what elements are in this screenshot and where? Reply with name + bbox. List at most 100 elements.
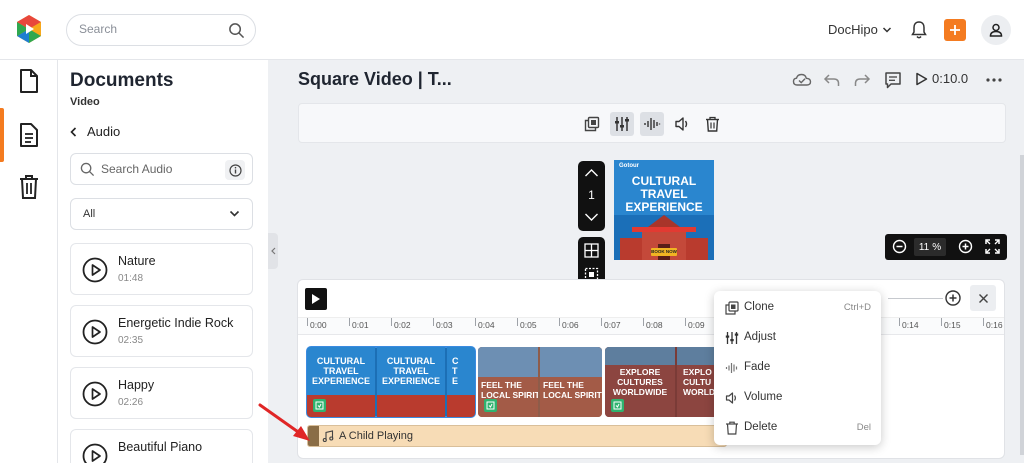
search-input[interactable] (79, 22, 219, 36)
time-tick: 0:08 (643, 318, 663, 330)
video-clip[interactable]: CULTURAL TRAVEL EXPERIENCE CULTURAL TRAV… (306, 346, 476, 418)
fit-screen-icon[interactable] (985, 239, 1000, 254)
zoom-out-icon[interactable] (892, 239, 907, 254)
clip-transition-badge[interactable] (484, 399, 497, 412)
play-circle-icon[interactable] (82, 319, 108, 345)
audio-track-item[interactable]: Happy 02:26 (70, 367, 253, 419)
undo-icon[interactable] (823, 70, 841, 90)
page-number: 1 (588, 188, 595, 202)
time-tick: 0:03 (433, 318, 453, 330)
video-timeline: 0:00 0:01 0:02 0:03 0:04 0:05 0:06 0:07 … (297, 279, 1005, 459)
delete-button[interactable] (700, 112, 724, 136)
menu-item-delete[interactable]: Delete Del (714, 413, 881, 443)
account-name: DocHipo (828, 22, 878, 37)
page-down-icon[interactable] (584, 212, 599, 222)
track-name: Beautiful Piano (118, 440, 203, 454)
clip-text: WORLDWIDE (612, 387, 668, 397)
menu-item-volume[interactable]: Volume (714, 383, 881, 413)
redo-icon[interactable] (853, 70, 871, 90)
editor-scrollbar[interactable] (1020, 155, 1024, 455)
search-icon[interactable] (228, 22, 245, 39)
clone-button[interactable] (580, 112, 604, 136)
chevron-down-icon (229, 210, 240, 217)
volume-button[interactable] (670, 112, 694, 136)
fade-icon (644, 118, 661, 130)
play-icon (916, 72, 928, 85)
rail-item-documents[interactable] (14, 66, 44, 96)
clip-frame: CULTURAL TRAVEL EXPERIENCE (377, 347, 445, 417)
timeline-play-button[interactable] (305, 288, 327, 310)
menu-item-adjust[interactable]: Adjust (714, 323, 881, 353)
timeline-zoom-in-icon[interactable] (944, 289, 962, 307)
clip-text: EXPLORE (619, 367, 661, 377)
page-up-icon[interactable] (584, 168, 599, 178)
track-duration: 02:35 (118, 335, 144, 346)
back-to-audio-button[interactable]: Audio (70, 124, 120, 139)
clip-text: EXPERIENCE (381, 376, 441, 386)
audio-track-item[interactable]: Beautiful Piano (70, 429, 253, 463)
play-circle-icon[interactable] (82, 257, 108, 283)
video-clip[interactable]: EXPLORE CULTURES WORLDWIDE EXPLO CULTU WOR… (605, 347, 725, 417)
app-frame: DocHipo Documents Video A (0, 0, 1024, 463)
document-title[interactable]: Square Video | T... (298, 69, 452, 90)
clip-text: TRAVEL (323, 366, 359, 376)
clip-transition-badge[interactable] (611, 399, 624, 412)
comment-icon[interactable] (884, 70, 902, 90)
menu-item-shortcut: Del (856, 422, 871, 433)
documents-panel: Documents Video Audio All Nature 01:48 E… (58, 60, 268, 463)
cloud-saved-icon[interactable] (792, 70, 812, 90)
zoom-in-icon[interactable] (958, 239, 973, 254)
rail-item-pages[interactable] (14, 120, 44, 150)
grid-view-icon[interactable] (584, 243, 599, 258)
menu-item-label: Fade (744, 361, 771, 373)
time-tick: 0:01 (349, 318, 369, 330)
clip-frame: FEEL THE LOCAL SPIRIT (540, 347, 602, 417)
collapse-panel-button[interactable] (268, 233, 278, 269)
timeline-zoom-slider[interactable] (888, 298, 943, 299)
element-toolbar (298, 103, 1006, 143)
play-circle-icon[interactable] (82, 443, 108, 463)
create-new-button[interactable] (944, 19, 966, 41)
chevron-left-icon (70, 126, 77, 137)
menu-item-shortcut: Ctrl+D (843, 302, 871, 313)
clip-text: CULTURES (617, 377, 663, 387)
filter-value: All (83, 208, 96, 220)
time-tick: 0:06 (559, 318, 579, 330)
audio-search-input[interactable] (101, 162, 221, 176)
menu-item-clone[interactable]: Clone Ctrl+D (714, 293, 881, 323)
page-thumbnail[interactable]: Gotour CULTURAL TRAVEL EXPERIENCE BOOK N… (614, 160, 714, 260)
bell-icon[interactable] (910, 20, 928, 40)
audio-track-item[interactable]: Nature 01:48 (70, 243, 253, 295)
zoom-value: 11 (918, 241, 930, 253)
chevron-down-icon (882, 26, 891, 33)
info-icon (228, 163, 242, 177)
time-ruler[interactable]: 0:00 0:01 0:02 0:03 0:04 0:05 0:06 0:07 … (298, 317, 1004, 335)
zoom-level[interactable]: 11% (914, 238, 946, 256)
video-clip[interactable]: FEEL THE LOCAL SPIRIT FEEL THE LOCAL SPI… (478, 347, 602, 417)
time-tick: 0:04 (475, 318, 495, 330)
thumbnail-brand: Gotour (619, 163, 639, 169)
volume-icon (725, 392, 736, 404)
thumbnail-cta: BOOK NOW (651, 248, 677, 256)
rail-item-trash[interactable] (14, 172, 44, 202)
menu-item-fade[interactable]: Fade (714, 353, 881, 383)
info-button[interactable] (225, 160, 245, 180)
audio-filter-select[interactable]: All (70, 198, 253, 230)
more-options-icon[interactable] (985, 70, 1003, 90)
track-name: Happy (118, 378, 155, 392)
adjust-button[interactable] (610, 112, 634, 136)
back-label: Audio (87, 124, 121, 139)
close-timeline-button[interactable] (970, 285, 996, 311)
audio-track-bar[interactable]: A Child Playing (307, 425, 727, 447)
play-circle-icon[interactable] (82, 381, 108, 407)
preview-play-button[interactable]: 0:10.0 (915, 71, 968, 86)
audio-track-item[interactable]: Energetic Indie Rock 02:35 (70, 305, 253, 357)
page-grid-tools (578, 237, 605, 281)
annotation-arrow (258, 403, 310, 441)
account-menu[interactable]: DocHipo (828, 22, 892, 37)
user-avatar[interactable] (981, 15, 1011, 45)
fade-button[interactable] (640, 112, 664, 136)
dochipo-logo[interactable] (14, 14, 44, 44)
audio-track-label: A Child Playing (339, 430, 413, 442)
track-name: Nature (118, 254, 156, 268)
